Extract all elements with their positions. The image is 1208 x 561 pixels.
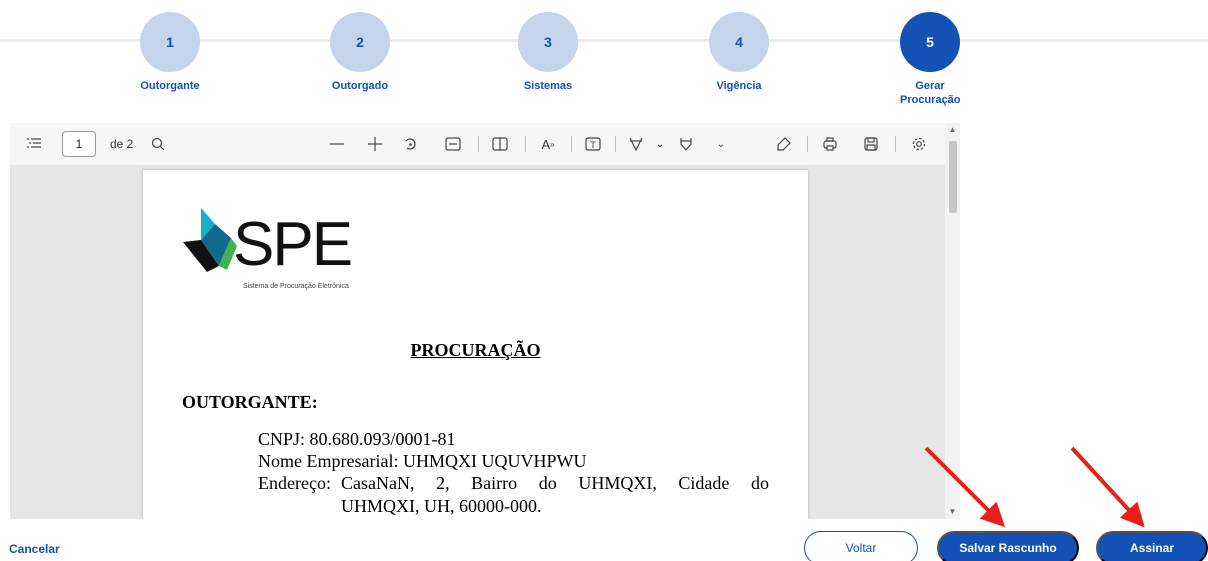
pdf-page: SPE Sistema de Procuração Eletrônica PRO… — [143, 170, 808, 519]
step-label: Sistemas — [523, 80, 573, 92]
address-line-2: UHMQXI, UH, 60000-000. — [341, 496, 542, 516]
step-number: 2 — [330, 12, 390, 72]
step-1[interactable]: 1 Outorgante — [110, 12, 230, 93]
toolbar-divider — [478, 136, 479, 152]
step-label: Gerar Procuração — [900, 80, 961, 106]
save-icon[interactable] — [860, 132, 882, 156]
toolbar-divider — [807, 136, 808, 152]
logo-subtitle: Sistema de Procuração Eletrônica — [243, 283, 349, 290]
svg-text:T: T — [590, 140, 596, 150]
pdf-toolbar: 1 de 2 A» T ⌄ ⌄ — [10, 123, 960, 165]
scroll-thumb[interactable] — [949, 141, 957, 213]
step-3[interactable]: 3 Sistemas — [488, 12, 608, 93]
save-draft-button[interactable]: Salvar Rascunho — [937, 531, 1079, 561]
rotate-icon[interactable] — [399, 132, 421, 156]
page-number-input[interactable]: 1 — [62, 131, 96, 157]
cnpj-line: CNPJ: 80.680.093/0001-81 — [258, 429, 456, 449]
fit-width-icon[interactable] — [442, 132, 464, 156]
settings-icon[interactable] — [908, 132, 930, 156]
cancel-link[interactable]: Cancelar — [9, 542, 60, 556]
page-view-icon[interactable] — [489, 132, 511, 156]
section-heading: OUTORGANTE: — [182, 392, 318, 412]
step-label: Outorgante — [140, 80, 200, 92]
contents-icon[interactable] — [24, 132, 44, 156]
zoom-in-icon[interactable] — [364, 132, 386, 156]
print-icon[interactable] — [819, 132, 841, 156]
step-number: 5 — [900, 12, 960, 72]
step-number: 1 — [140, 12, 200, 72]
viewer-scrollbar[interactable]: ▲ ▼ — [945, 123, 960, 519]
pdf-viewer: 1 de 2 A» T ⌄ ⌄ SPE Sistema de Procuraçã… — [10, 123, 960, 519]
step-5[interactable]: 5 Gerar Procuração — [870, 12, 990, 107]
highlight-icon[interactable] — [675, 132, 697, 156]
zoom-out-icon[interactable] — [326, 132, 348, 156]
step-label: Outorgado — [331, 80, 389, 92]
chevron-down-icon[interactable]: ⌄ — [714, 132, 728, 156]
document-title: PROCURAÇÃO — [410, 340, 541, 360]
company-name-line: Nome Empresarial: UHMQXI UQUVHPWU — [258, 451, 587, 471]
scroll-down-icon[interactable]: ▼ — [948, 507, 957, 516]
step-4[interactable]: 4 Vigência — [679, 12, 799, 93]
sign-button[interactable]: Assinar — [1096, 531, 1208, 561]
search-icon[interactable] — [148, 132, 168, 156]
eraser-icon[interactable] — [773, 132, 795, 156]
address-label: Endereço: — [258, 473, 331, 493]
address-line-1: CasaNaN, 2, Bairro do UHMQXI, Cidade do — [341, 473, 769, 493]
step-2[interactable]: 2 Outorgado — [300, 12, 420, 93]
procuracao-page: 1 Outorgante 2 Outorgado 3 Sistemas 4 Vi… — [0, 0, 1208, 561]
page-count: de 2 — [110, 137, 134, 151]
back-button[interactable]: Voltar — [804, 531, 918, 561]
step-number: 4 — [709, 12, 769, 72]
text-box-icon[interactable]: T — [582, 132, 604, 156]
step-number: 3 — [518, 12, 578, 72]
read-aloud-icon[interactable]: A» — [536, 132, 560, 156]
logo-text: SPE — [233, 210, 353, 279]
toolbar-divider — [571, 136, 572, 152]
draw-icon[interactable] — [625, 132, 647, 156]
toolbar-divider — [615, 136, 616, 152]
step-label: Vigência — [716, 80, 762, 92]
spe-logo-icon — [183, 208, 237, 272]
toolbar-divider — [525, 136, 526, 152]
chevron-down-icon[interactable]: ⌄ — [653, 132, 667, 156]
toolbar-divider — [895, 136, 896, 152]
arrow-to-sign-icon — [1070, 446, 1145, 528]
scroll-up-icon[interactable]: ▲ — [948, 125, 957, 134]
